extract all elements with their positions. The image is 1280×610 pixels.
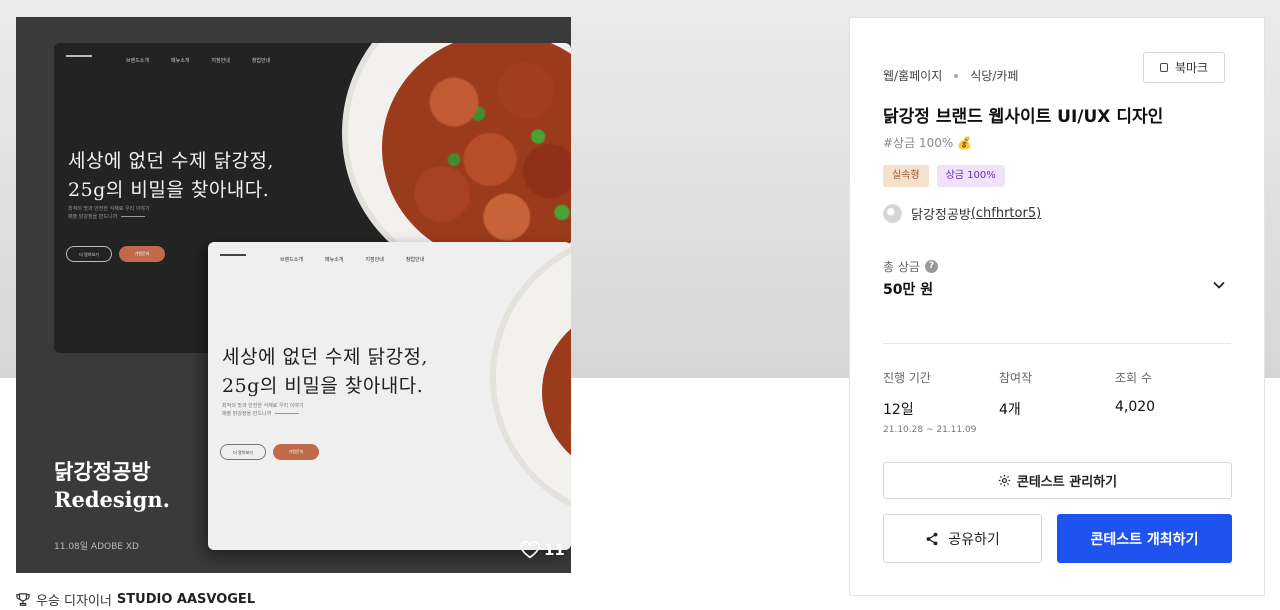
badge-type: 실속형	[883, 165, 929, 187]
stat-label: 조회 수	[1115, 371, 1152, 385]
badge-prize: 상금 100%	[936, 165, 1005, 187]
share-icon	[926, 532, 938, 545]
prize-value: 50만 원	[883, 282, 934, 298]
winner-designer: 우승 디자이너 STUDIO AASVOGEL	[16, 590, 255, 609]
stat-value: 12일	[883, 402, 914, 418]
mockup-nav-item: 메뉴소개	[171, 57, 190, 64]
hero-line: 세상에 없던 수제 닭강정,	[222, 346, 428, 368]
mockup-light: 브랜드소개 메뉴소개 지점안내 창업안내 세상에 없던 수제 닭강정, 25g의…	[208, 242, 571, 550]
bookmark-button[interactable]: 북마크	[1143, 52, 1225, 83]
mockup-nav-item: 브랜드소개	[280, 256, 304, 263]
subtext-line: 최적의 맛과 안전한 식재료 우리 이야기	[68, 206, 150, 212]
mockup-button: 더 알아보기	[66, 246, 112, 262]
brand-subtitle-line: Redesign.	[54, 487, 170, 512]
mockup-subtext: 최적의 맛과 안전한 식재료 우리 이야기 매출 닭강정을 만드니까	[222, 402, 304, 418]
bookmark-label: 북마크	[1174, 61, 1209, 75]
manage-contest-label: 콘테스트 관리하기	[1016, 475, 1118, 490]
mockup-nav: 브랜드소개 메뉴소개 지점안내 창업안내	[66, 55, 292, 65]
brand-title-line: 닭강정공방	[54, 459, 151, 484]
subtext-line: 매출 닭강정을 만드니까	[222, 411, 272, 417]
chevron-down-icon[interactable]	[1212, 278, 1226, 292]
subtext-line: 최적의 맛과 안전한 식재료 우리 이야기	[222, 403, 304, 409]
gear-icon	[998, 474, 1011, 487]
stat-value: 4,020	[1115, 399, 1156, 415]
mockup-nav-item: 브랜드소개	[126, 57, 150, 64]
stat-views: 조회 수 4,020	[1115, 369, 1155, 415]
trophy-icon	[16, 592, 30, 606]
mockup-hero-text: 세상에 없던 수제 닭강정, 25g의 비밀을 찾아내다.	[222, 343, 428, 401]
mockup-button: 가맹문의	[273, 444, 319, 460]
hero-line: 25g의 비밀을 찾아내다.	[222, 375, 424, 397]
stat-label: 참여작	[999, 371, 1033, 385]
mockup-nav-item: 창업안내	[251, 57, 271, 64]
contest-info-panel: 웹/홈페이지 식당/카페 북마크 닭강정 브랜드 웹사이트 UI/UX 디자인 …	[849, 17, 1265, 596]
host-handle-link[interactable]: (chfhrtor5)	[971, 206, 1041, 221]
mockup-nav: 브랜드소개 메뉴소개 지점안내 창업안내	[220, 254, 446, 264]
mockup-nav-item: 지점안내	[211, 57, 230, 64]
divider-line	[275, 413, 300, 414]
stat-duration: 진행 기간 12일 21.10.28 ~ 21.11.09	[883, 369, 976, 435]
hero-line: 세상에 없던 수제 닭강정,	[68, 150, 274, 172]
stat-value: 4개	[999, 402, 1021, 418]
like-count: 11	[544, 541, 565, 559]
prize-label-text: 총 상금	[883, 260, 920, 274]
avatar	[883, 204, 902, 223]
prize-label: 총 상금 ?	[883, 258, 938, 275]
bookmark-icon	[1159, 63, 1168, 72]
category-breadcrumb: 웹/홈페이지 식당/카페	[883, 67, 1018, 84]
heart-icon	[520, 541, 540, 559]
contest-tagline: #상금 100% 💰	[883, 136, 973, 150]
stat-entries: 참여작 4개	[999, 369, 1032, 419]
mockup-nav-item: 지점안내	[365, 256, 384, 263]
mockup-logo	[66, 55, 92, 65]
category-item[interactable]: 식당/카페	[970, 67, 1018, 84]
artwork-brand-title: 닭강정공방 Redesign.	[54, 458, 170, 514]
artwork-meta: 11.08일 ADOBE XD	[54, 542, 139, 552]
contest-artwork[interactable]: 브랜드소개 메뉴소개 지점안내 창업안내 세상에 없던 수제 닭강정, 25g의…	[16, 17, 571, 573]
designer-name[interactable]: STUDIO AASVOGEL	[117, 592, 255, 607]
mockup-hero-text: 세상에 없던 수제 닭강정, 25g의 비밀을 찾아내다.	[68, 147, 274, 205]
host-info: 닭강정공방 (chfhrtor5)	[883, 204, 1041, 223]
category-item[interactable]: 웹/홈페이지	[883, 67, 942, 84]
share-label: 공유하기	[948, 531, 1000, 548]
mockup-nav-item: 창업안내	[405, 256, 425, 263]
mockup-button: 가맹문의	[119, 246, 165, 262]
divider-line	[121, 216, 146, 217]
like-button[interactable]: 11	[520, 541, 565, 559]
mockup-subtext: 최적의 맛과 안전한 식재료 우리 이야기 매출 닭강정을 만드니까	[68, 205, 150, 221]
stat-date-range: 21.10.28 ~ 21.11.09	[883, 425, 977, 435]
designer-role: 우승 디자이너	[36, 594, 112, 609]
mockup-button: 더 알아보기	[220, 444, 266, 460]
help-icon[interactable]: ?	[924, 260, 938, 273]
host-contest-button[interactable]: 콘테스트 개최하기	[1057, 514, 1232, 563]
host-name: 닭강정공방	[911, 208, 971, 223]
hero-line: 25g의 비밀을 찾아내다.	[68, 179, 270, 201]
divider	[883, 343, 1231, 344]
contest-title: 닭강정 브랜드 웹사이트 UI/UX 디자인	[883, 107, 1164, 127]
subtext-line: 매출 닭강정을 만드니까	[68, 214, 118, 220]
stat-label: 진행 기간	[883, 371, 931, 385]
badge-list: 실속형 상금 100%	[883, 165, 1013, 187]
mockup-nav-item: 메뉴소개	[325, 256, 344, 263]
share-button[interactable]: 공유하기	[883, 514, 1042, 563]
separator-dot	[954, 73, 959, 78]
manage-contest-button[interactable]: 콘테스트 관리하기	[883, 462, 1232, 499]
mockup-logo	[220, 254, 246, 264]
